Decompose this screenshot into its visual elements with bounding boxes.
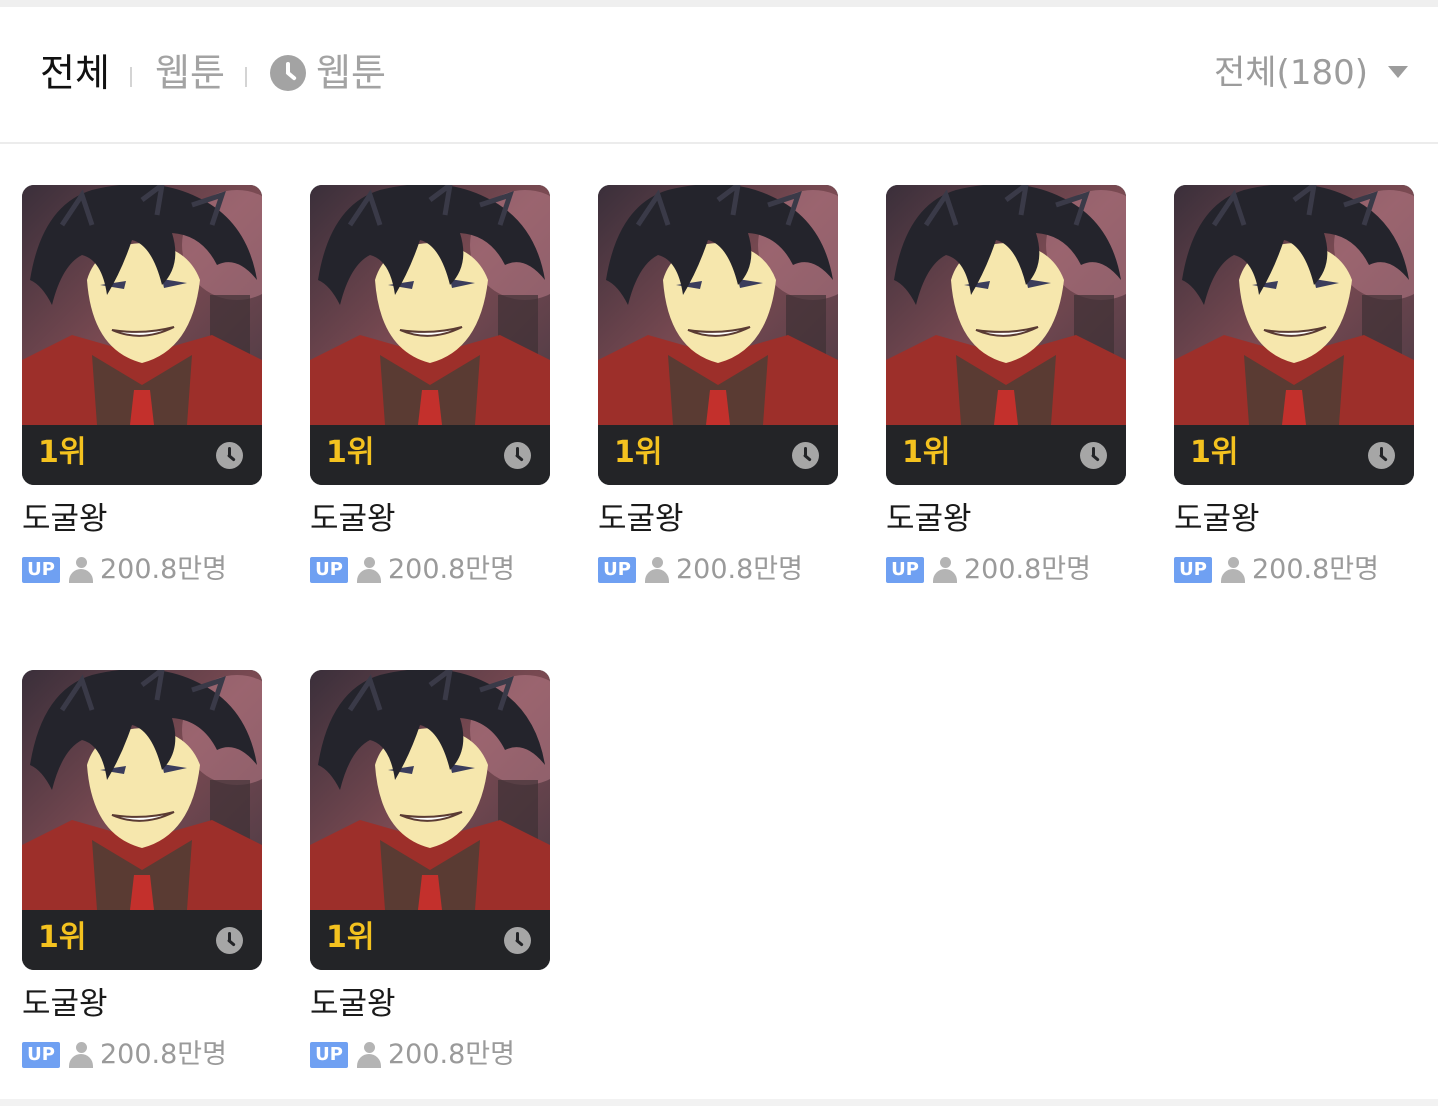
rank-bar: 1위 [598, 425, 838, 485]
viewer-count: 200.8만명 [388, 1039, 515, 1070]
rank-bar: 1위 [310, 910, 550, 970]
card-thumbnail: 1위 [598, 185, 838, 485]
cover-image [886, 185, 1126, 425]
bottom-divider [0, 1099, 1438, 1106]
card-thumbnail: 1위 [1174, 185, 1414, 485]
card-thumbnail: 1위 [22, 185, 262, 485]
viewer-count: 200.8만명 [1252, 554, 1379, 585]
rank-label: 1위 [38, 920, 87, 955]
card-title[interactable]: 도굴왕 [22, 499, 108, 539]
card-meta: UP 200.8만명 [22, 1040, 227, 1074]
webtoon-card[interactable]: 1위 도굴왕 UP 200.8만명 [310, 670, 550, 1070]
card-thumbnail: 1위 [310, 670, 550, 970]
cover-image [22, 185, 262, 425]
person-icon [68, 556, 94, 584]
clock-icon [792, 442, 819, 469]
clock-icon [216, 442, 243, 469]
rank-label: 1위 [326, 920, 375, 955]
card-thumbnail: 1위 [886, 185, 1126, 485]
webtoon-card[interactable]: 1위 도굴왕 UP 200.8만명 [310, 185, 550, 585]
viewer-count: 200.8만명 [676, 554, 803, 585]
cover-image [310, 185, 550, 425]
rank-label: 1위 [614, 435, 663, 470]
rank-label: 1위 [326, 435, 375, 470]
person-icon [644, 556, 670, 584]
cover-image [598, 185, 838, 425]
webtoon-card[interactable]: 1위 도굴왕 UP 200.8만명 [22, 670, 262, 1070]
person-icon [356, 1041, 382, 1069]
card-meta: UP 200.8만명 [598, 555, 803, 589]
card-meta: UP 200.8만명 [310, 555, 515, 589]
person-icon [356, 556, 382, 584]
clock-icon [504, 442, 531, 469]
card-thumbnail: 1위 [310, 185, 550, 485]
card-title[interactable]: 도굴왕 [310, 984, 396, 1024]
viewer-count: 200.8만명 [388, 554, 515, 585]
cover-image [310, 670, 550, 910]
up-badge: UP [22, 1042, 60, 1068]
clock-icon [504, 927, 531, 954]
viewer-count: 200.8만명 [964, 554, 1091, 585]
clock-icon [216, 927, 243, 954]
up-badge: UP [310, 1042, 348, 1068]
person-icon [68, 1041, 94, 1069]
clock-icon [1368, 442, 1395, 469]
card-meta: UP 200.8만명 [310, 1040, 515, 1074]
rank-bar: 1위 [886, 425, 1126, 485]
viewer-count: 200.8만명 [100, 1039, 227, 1070]
up-badge: UP [310, 557, 348, 583]
webtoon-card[interactable]: 1위 도굴왕 UP 200.8만명 [598, 185, 838, 585]
card-meta: UP 200.8만명 [22, 555, 227, 589]
card-title[interactable]: 도굴왕 [22, 984, 108, 1024]
webtoon-card[interactable]: 1위 도굴왕 UP 200.8만명 [1174, 185, 1414, 585]
card-title[interactable]: 도굴왕 [1174, 499, 1260, 539]
up-badge: UP [22, 557, 60, 583]
webtoon-grid: 1위 도굴왕 UP 200.8만명 1위 도굴왕 UP 200.8만명 1위 도… [0, 0, 1438, 1106]
up-badge: UP [886, 557, 924, 583]
up-badge: UP [598, 557, 636, 583]
viewer-count: 200.8만명 [100, 554, 227, 585]
cover-image [22, 670, 262, 910]
card-title[interactable]: 도굴왕 [886, 499, 972, 539]
rank-bar: 1위 [22, 910, 262, 970]
rank-label: 1위 [38, 435, 87, 470]
cover-image [1174, 185, 1414, 425]
card-thumbnail: 1위 [22, 670, 262, 970]
card-meta: UP 200.8만명 [1174, 555, 1379, 589]
clock-icon [1080, 442, 1107, 469]
webtoon-card[interactable]: 1위 도굴왕 UP 200.8만명 [886, 185, 1126, 585]
rank-bar: 1위 [22, 425, 262, 485]
rank-bar: 1위 [310, 425, 550, 485]
card-title[interactable]: 도굴왕 [310, 499, 396, 539]
up-badge: UP [1174, 557, 1212, 583]
rank-label: 1위 [1190, 435, 1239, 470]
card-title[interactable]: 도굴왕 [598, 499, 684, 539]
person-icon [932, 556, 958, 584]
rank-label: 1위 [902, 435, 951, 470]
card-meta: UP 200.8만명 [886, 555, 1091, 589]
person-icon [1220, 556, 1246, 584]
rank-bar: 1위 [1174, 425, 1414, 485]
webtoon-card[interactable]: 1위 도굴왕 UP 200.8만명 [22, 185, 262, 585]
